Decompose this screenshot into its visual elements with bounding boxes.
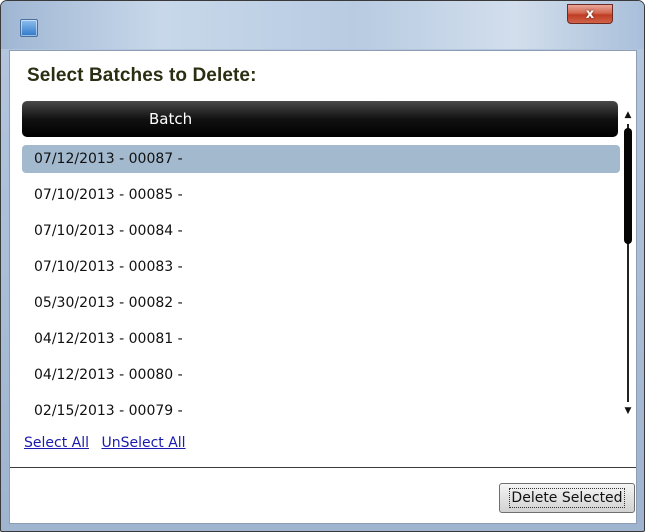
batch-label: 07/10/2013 - 00083 - [34,259,183,275]
scroll-thumb[interactable] [624,128,632,244]
batch-label: 04/12/2013 - 00080 - [34,367,183,383]
batch-list-item[interactable]: 07/10/2013 - 00085 - [22,181,620,209]
batch-list-item[interactable]: 07/12/2013 - 00087 - [22,145,620,173]
batch-list-item[interactable]: 07/10/2013 - 00084 - [22,217,620,245]
batch-list-item[interactable]: 05/30/2013 - 00082 - [22,289,620,317]
batch-list-item[interactable]: 04/12/2013 - 00080 - [22,361,620,389]
batch-column-header-label: Batch [149,110,193,128]
close-icon: x [585,7,595,22]
scroll-up-icon[interactable]: ▲ [623,110,633,120]
batch-list-item[interactable]: 07/10/2013 - 00083 - [22,253,620,281]
batch-column-header[interactable]: Batch [22,101,618,137]
title-bar[interactable]: x [1,1,644,49]
batch-list-item[interactable]: 02/15/2013 - 00079 - [22,397,620,425]
batch-label: 02/15/2013 - 00079 - [34,403,183,419]
dialog-content: Select Batches to Delete: Batch 07/12/20… [9,50,637,524]
unselect-all-link[interactable]: UnSelect All [101,435,185,451]
batch-label: 05/30/2013 - 00082 - [34,295,183,311]
app-icon [20,19,38,37]
batch-label: 07/12/2013 - 00087 - [34,151,183,167]
selection-links: Select All UnSelect All [24,435,194,451]
vertical-scrollbar[interactable]: ▲ ▼ [623,110,633,416]
delete-selected-button[interactable]: Delete Selected [499,483,635,513]
scroll-down-icon[interactable]: ▼ [623,406,633,416]
batch-list-item[interactable]: 04/12/2013 - 00081 - [22,325,620,353]
select-all-link[interactable]: Select All [24,435,89,451]
batch-label: 07/10/2013 - 00085 - [34,187,183,203]
dialog-heading: Select Batches to Delete: [27,65,257,86]
batch-list[interactable]: 07/12/2013 - 00087 - 07/10/2013 - 00085 … [22,145,620,429]
footer-divider [10,467,636,468]
dialog-window: x Select Batches to Delete: Batch 07/12/… [0,0,645,532]
delete-selected-label: Delete Selected [509,488,625,508]
close-button[interactable]: x [567,4,613,24]
batch-label: 07/10/2013 - 00084 - [34,223,183,239]
batch-label: 04/12/2013 - 00081 - [34,331,183,347]
